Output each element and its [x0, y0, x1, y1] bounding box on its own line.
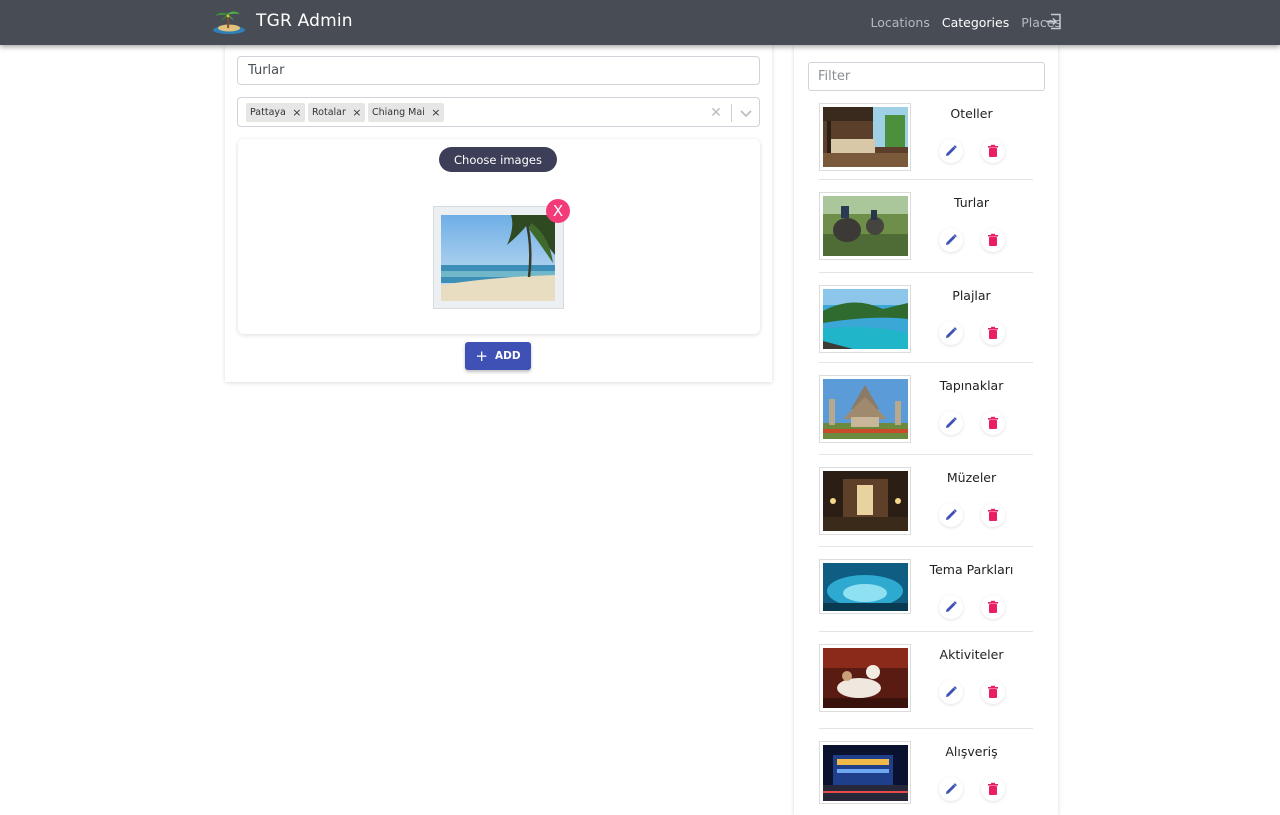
category-thumbnail[interactable] — [819, 192, 911, 260]
category-name: Müzeler — [946, 470, 997, 485]
edit-pencil-icon[interactable] — [939, 411, 963, 435]
locations-multiselect[interactable]: Pattaya × Rotalar × Chiang Mai × ✕ — [237, 97, 760, 127]
edit-pencil-icon[interactable] — [939, 680, 963, 704]
plus-icon: + — [475, 347, 488, 365]
delete-trash-icon[interactable] — [981, 680, 1005, 704]
edit-pencil-icon[interactable] — [939, 139, 963, 163]
delete-trash-icon[interactable] — [981, 503, 1005, 527]
nav-links: Locations Categories Places — [858, 0, 1061, 45]
divider — [819, 272, 1033, 273]
delete-trash-icon[interactable] — [981, 321, 1005, 345]
category-name: Aktiviteler — [939, 647, 1004, 662]
mall-night-photo — [823, 745, 908, 801]
divider — [819, 546, 1033, 547]
edit-pencil-icon[interactable] — [939, 321, 963, 345]
divider — [819, 728, 1033, 729]
island-logo-icon[interactable] — [212, 9, 246, 35]
hotel-room-photo — [823, 107, 908, 167]
location-chip: Rotalar × — [308, 103, 365, 122]
delete-trash-icon[interactable] — [981, 228, 1005, 252]
edit-pencil-icon[interactable] — [939, 503, 963, 527]
category-list-item: Aktiviteler — [819, 644, 1033, 729]
edit-pencil-icon[interactable] — [939, 595, 963, 619]
remove-image-button[interactable]: X — [546, 199, 570, 223]
category-list-item: Oteller — [819, 103, 1033, 180]
location-chip: Chiang Mai × — [368, 103, 444, 122]
nav-categories[interactable]: Categories — [942, 15, 1009, 30]
delete-trash-icon[interactable] — [981, 777, 1005, 801]
delete-trash-icon[interactable] — [981, 411, 1005, 435]
chip-remove-icon[interactable]: × — [349, 103, 365, 122]
delete-trash-icon[interactable] — [981, 595, 1005, 619]
divider — [819, 179, 1033, 180]
add-button-label: ADD — [495, 350, 521, 362]
category-name: Plajlar — [952, 288, 991, 303]
category-list-item: Turlar — [819, 192, 1033, 273]
chip-label: Chiang Mai — [372, 107, 425, 118]
divider — [819, 631, 1033, 632]
category-thumbnail[interactable] — [819, 644, 911, 712]
filter-input[interactable] — [808, 62, 1045, 91]
category-thumbnail[interactable] — [819, 467, 911, 535]
category-thumbnail[interactable] — [819, 741, 911, 804]
choose-images-button[interactable]: Choose images — [439, 147, 557, 172]
museum-hall-photo — [823, 471, 908, 531]
elephant-tour-photo — [823, 196, 908, 256]
category-name: Alışveriş — [945, 744, 998, 759]
chip-remove-icon[interactable]: × — [428, 103, 444, 122]
nav-locations[interactable]: Locations — [870, 15, 929, 30]
add-category-button[interactable]: + ADD — [465, 342, 531, 370]
clear-selection-icon[interactable]: ✕ — [706, 103, 726, 123]
chip-label: Rotalar — [312, 107, 346, 118]
top-navbar: TGR Admin Locations Categories Places — [0, 0, 1280, 45]
category-name: Tema Parkları — [929, 562, 1014, 577]
category-list-item: Tema Parkları — [819, 559, 1033, 632]
aquarium-tunnel-photo — [823, 563, 908, 611]
category-name: Turlar — [953, 195, 990, 210]
chip-label: Pattaya — [250, 107, 286, 118]
divider — [819, 454, 1033, 455]
category-list-item: Tapınaklar — [819, 375, 1033, 455]
category-list-item: Müzeler — [819, 467, 1033, 547]
app-title[interactable]: TGR Admin — [256, 11, 353, 31]
logout-icon[interactable] — [1045, 13, 1062, 30]
delete-trash-icon[interactable] — [981, 139, 1005, 163]
category-thumbnail[interactable] — [819, 285, 911, 353]
category-thumbnail[interactable] — [819, 103, 911, 171]
chevron-down-icon[interactable] — [736, 103, 756, 123]
category-name: Oteller — [950, 106, 993, 121]
edit-pencil-icon[interactable] — [939, 228, 963, 252]
chip-remove-icon[interactable]: × — [289, 103, 305, 122]
category-name-input[interactable] — [237, 56, 760, 85]
beach-image-preview — [441, 215, 555, 301]
select-separator — [731, 104, 732, 122]
location-chip: Pattaya × — [246, 103, 305, 122]
category-list-item: Alışveriş — [819, 741, 1033, 809]
category-thumbnail[interactable] — [819, 375, 911, 443]
category-name: Tapınaklar — [939, 378, 1004, 393]
divider — [819, 362, 1033, 363]
category-list-item: Plajlar — [819, 285, 1033, 363]
category-thumbnail[interactable] — [819, 559, 911, 614]
beach-bay-photo — [823, 289, 908, 349]
temple-photo — [823, 379, 908, 439]
massage-photo — [823, 648, 908, 708]
edit-pencil-icon[interactable] — [939, 777, 963, 801]
